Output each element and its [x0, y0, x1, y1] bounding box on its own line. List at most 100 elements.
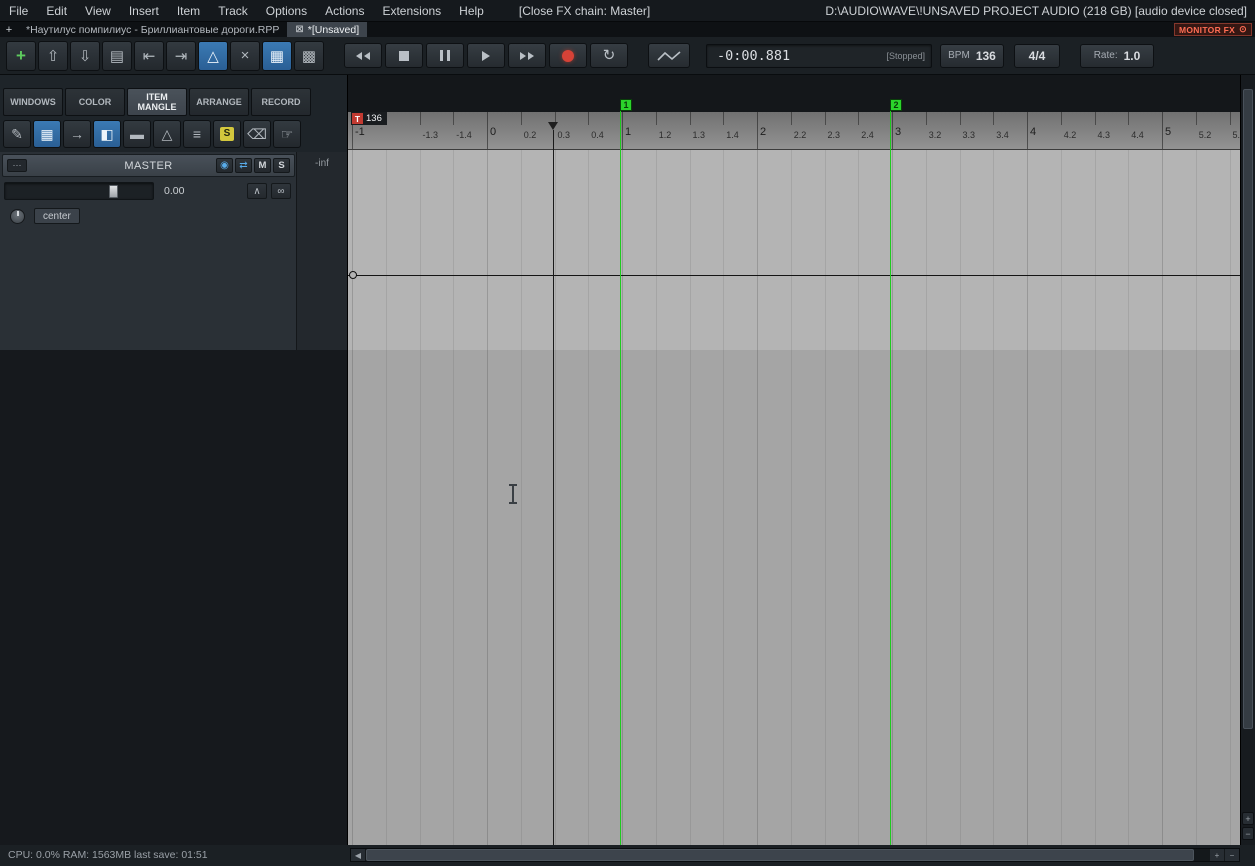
eraser-icon[interactable]: ⌫ — [243, 120, 271, 148]
master-pan-value[interactable]: center — [34, 208, 80, 224]
master-name-row[interactable]: ⋯ MASTER ◉ ⇄ M S — [2, 154, 295, 177]
menu-item-track[interactable]: Track — [209, 4, 257, 18]
panel-tab-color[interactable]: COLOR — [65, 88, 125, 116]
rate-label: Rate: — [1093, 50, 1118, 61]
list-icon[interactable]: ≡ — [183, 120, 211, 148]
master-envelope-line[interactable] — [348, 275, 1240, 276]
grid-settings-icon[interactable]: ▩ — [294, 40, 324, 71]
grid-beat-line — [520, 150, 522, 845]
transport-time-display[interactable]: -0:00.881 [Stopped] — [706, 43, 932, 68]
tempo-marker[interactable]: T 136 — [351, 112, 387, 125]
master-solo-button[interactable]: S — [273, 158, 290, 173]
menu-item-extensions[interactable]: Extensions — [373, 4, 450, 18]
menu-item-insert[interactable]: Insert — [120, 4, 168, 18]
solo-tool-icon[interactable]: S — [213, 120, 241, 148]
tab-close-icon[interactable]: ⊠ — [295, 24, 303, 35]
panel-tab-arrange[interactable]: ARRANGE — [189, 88, 249, 116]
bpm-box[interactable]: BPM 136 — [940, 43, 1004, 68]
horizontal-scrollbar[interactable]: ◀ + − — [350, 848, 1240, 862]
metronome-icon[interactable]: △ — [153, 120, 181, 148]
marker-lane[interactable] — [348, 75, 1240, 112]
fader-handle[interactable] — [109, 185, 118, 198]
project-tab[interactable]: *Наутилус помпилиус - Бриллиантовые доро… — [18, 22, 287, 37]
arrange-grid[interactable] — [348, 150, 1240, 845]
track-control-panel: WINDOWS COLOR ITEM MANGLE ARRANGE RECORD ✎ ▦ →… — [0, 75, 348, 845]
timeline-ruler[interactable]: -1 0 1 2 3 4 5 -1.3 -1.4 0.2 0.3 0.4 1.2 1.3 1.4 2.2 2.3… — [348, 112, 1240, 150]
mixer-icon[interactable]: ✎ — [3, 120, 31, 148]
vertical-scrollbar-thumb[interactable] — [1243, 89, 1253, 729]
new-tab-button[interactable]: + — [0, 22, 18, 37]
pause-button[interactable] — [426, 43, 464, 68]
empty-track-list-area[interactable] — [0, 350, 347, 845]
arrange-area[interactable]: -1 0 1 2 3 4 5 -1.3 -1.4 0.2 0.3 0.4 1.2 1.3 1.4 2.2 2.3… — [348, 75, 1240, 845]
redo-icon[interactable]: ⇥ — [166, 40, 196, 71]
fast-forward-icon — [520, 51, 526, 60]
menu-item-edit[interactable]: Edit — [37, 4, 76, 18]
time-signature-box[interactable]: 4/4 — [1014, 43, 1060, 68]
master-options-button[interactable]: ⋯ — [7, 159, 27, 172]
ruler-icon[interactable]: ▬ — [123, 120, 151, 148]
grid-beat-line — [858, 150, 860, 845]
menu-item-item[interactable]: Item — [168, 4, 209, 18]
new-project-icon[interactable]: + — [6, 40, 36, 71]
vertical-zoom-out-button[interactable]: − — [1242, 827, 1254, 840]
grid-icon[interactable]: ▦ — [33, 120, 61, 148]
grid-beat-line — [824, 150, 826, 845]
monitor-fx-button[interactable]: MONITOR FX ⊙ — [1173, 23, 1252, 36]
scroll-left-button[interactable]: ◀ — [351, 849, 365, 861]
menu-item-view[interactable]: View — [76, 4, 120, 18]
undo-icon[interactable]: ⇤ — [134, 40, 164, 71]
master-env-button[interactable]: ◉ — [216, 158, 233, 173]
horizontal-zoom-in-button[interactable]: + — [1210, 849, 1224, 861]
rate-value: 1.0 — [1123, 48, 1141, 63]
edit-cursor-handle[interactable] — [548, 122, 558, 130]
autoscroll-icon[interactable]: → — [63, 120, 91, 148]
panel-tab-windows[interactable]: WINDOWS — [3, 88, 63, 116]
grid-beat-line — [993, 150, 995, 845]
unsaved-project-tab[interactable]: ⊠ *[Unsaved] — [287, 22, 368, 37]
vertical-zoom-in-button[interactable]: + — [1242, 812, 1254, 825]
vertical-scrollbar[interactable]: + − — [1240, 75, 1255, 845]
master-pan-knob[interactable] — [10, 209, 25, 224]
menu-item-help[interactable]: Help — [450, 4, 493, 18]
master-track-lane[interactable] — [348, 150, 1240, 350]
save-project-icon[interactable]: ⇩ — [70, 40, 100, 71]
horizontal-scrollbar-thumb[interactable] — [366, 849, 1194, 861]
empty-arrange-area[interactable] — [348, 350, 1240, 845]
marker-flag-1[interactable]: 1 — [620, 99, 632, 111]
marker-flag-2[interactable]: 2 — [890, 99, 902, 111]
grid-measure-line — [352, 150, 353, 845]
master-volume-fader[interactable] — [4, 182, 154, 200]
stop-button[interactable] — [385, 43, 423, 68]
envelope-button[interactable] — [648, 43, 690, 68]
grid-beat-line — [554, 150, 556, 845]
panel-tab-item-mangle[interactable]: ITEM MANGLE — [127, 88, 187, 116]
playrate-box[interactable]: Rate: 1.0 — [1080, 43, 1154, 68]
ruler-beat-tick — [655, 112, 657, 125]
fast-forward-button[interactable] — [508, 43, 546, 68]
master-io-button[interactable]: ⇄ — [235, 158, 252, 173]
menu-item-file[interactable]: File — [0, 4, 37, 18]
rewind-button[interactable] — [344, 43, 382, 68]
monitor-icon[interactable]: ◧ — [93, 120, 121, 148]
menu-item-options[interactable]: Options — [257, 4, 316, 18]
open-project-icon[interactable]: ⇧ — [38, 40, 68, 71]
horizontal-zoom-out-button[interactable]: − — [1225, 849, 1239, 861]
master-routing-button[interactable]: ∞ — [271, 183, 291, 199]
master-meter[interactable]: -inf — [296, 152, 347, 350]
envelope-point[interactable] — [349, 271, 357, 279]
master-trim-button[interactable]: ∧ — [247, 183, 267, 199]
crossfade-icon[interactable]: × — [230, 40, 260, 71]
master-mute-button[interactable]: M — [254, 158, 271, 173]
record-button[interactable] — [549, 43, 587, 68]
grid-snap-icon[interactable]: ▦ — [262, 40, 292, 71]
ruler-beat-tick — [1094, 112, 1096, 125]
menu-item-actions[interactable]: Actions — [316, 4, 373, 18]
play-button[interactable] — [467, 43, 505, 68]
panel-tab-record[interactable]: RECORD — [251, 88, 311, 116]
repeat-button[interactable]: ↻ — [590, 43, 628, 68]
menubar: File Edit View Insert Item Track Options Action… — [0, 0, 1255, 22]
hand-tool-icon[interactable]: ☞ — [273, 120, 301, 148]
metronome-icon[interactable]: △ — [198, 40, 228, 71]
project-notes-icon[interactable]: ▤ — [102, 40, 132, 71]
